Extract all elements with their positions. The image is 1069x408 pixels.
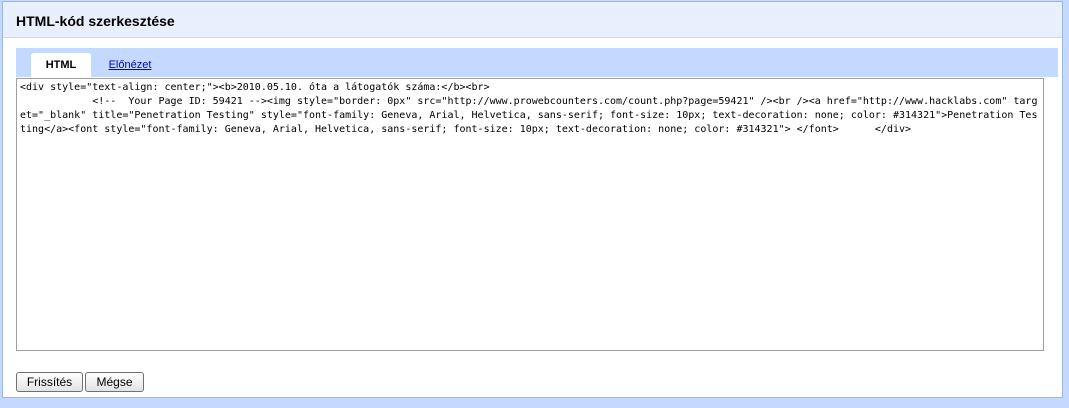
dialog-title: HTML-kód szerkesztése: [16, 13, 175, 29]
refresh-button[interactable]: Frissítés: [16, 372, 83, 392]
html-code-editor[interactable]: <div style="text-align: center;"><b>2010…: [16, 78, 1044, 351]
dialog-title-bar: HTML-kód szerkesztése: [3, 2, 1062, 38]
tab-strip: HTML Előnézet: [16, 48, 1058, 77]
html-edit-dialog: HTML-kód szerkesztése HTML Előnézet <div…: [2, 1, 1063, 398]
tab-preview[interactable]: Előnézet: [98, 53, 162, 77]
cancel-button[interactable]: Mégse: [85, 372, 144, 392]
tab-html[interactable]: HTML: [31, 53, 91, 77]
